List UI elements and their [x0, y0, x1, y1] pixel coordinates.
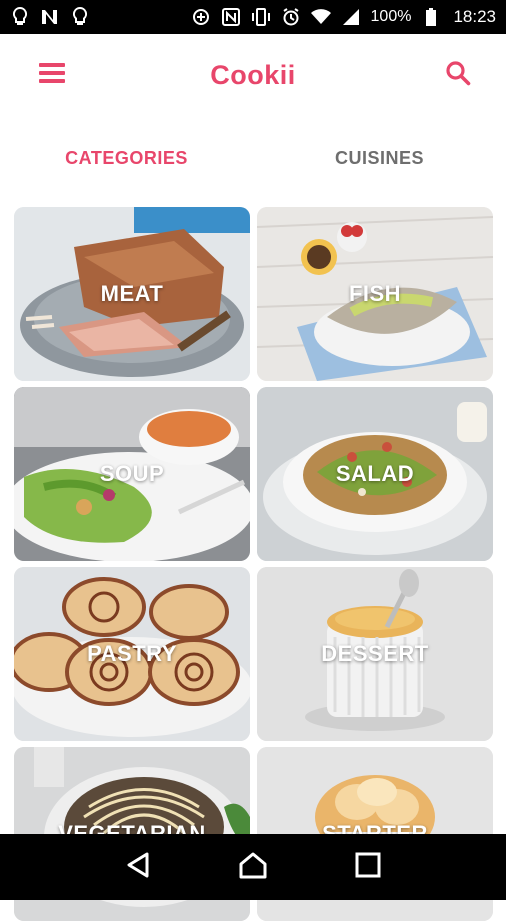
battery-percent: 100%: [370, 8, 412, 25]
nfc-icon: [221, 7, 241, 27]
category-label: DESSERT: [321, 641, 429, 666]
recents-icon: [355, 852, 381, 883]
alarm-icon: [281, 7, 301, 27]
category-grid: MEAT FISH SOUP SALAD PASTRY DESSERT: [14, 207, 493, 921]
vibrate-icon: [251, 7, 271, 27]
category-card-salad[interactable]: SALAD: [257, 387, 493, 561]
status-right: 100% 18:23: [191, 7, 496, 27]
status-bar: 100% 18:23: [0, 0, 506, 34]
app-title: Cookii: [210, 59, 296, 90]
bulb-icon: [70, 7, 90, 27]
wifi-icon: [310, 7, 331, 27]
category-label: FISH: [348, 281, 402, 306]
status-left: [10, 7, 90, 27]
battery-icon: [421, 7, 441, 27]
signal-icon: [341, 7, 361, 27]
search-button[interactable]: [440, 57, 476, 93]
home-icon: [238, 851, 268, 884]
category-label: MEAT: [100, 281, 164, 306]
back-icon: [125, 851, 151, 884]
category-label: PASTRY: [87, 641, 177, 666]
tab-categories[interactable]: CATEGORIES: [0, 130, 253, 186]
tab-bar: CATEGORIES CUISINES: [0, 130, 506, 186]
category-label: SOUP: [99, 461, 165, 486]
n-icon: [40, 7, 60, 27]
menu-icon: [39, 62, 65, 89]
menu-button[interactable]: [34, 57, 70, 93]
category-label: SALAD: [335, 461, 415, 486]
category-card-meat[interactable]: MEAT: [14, 207, 250, 381]
category-card-dessert[interactable]: DESSERT: [257, 567, 493, 741]
data-saver-icon: [191, 7, 211, 27]
category-card-fish[interactable]: FISH: [257, 207, 493, 381]
home-button[interactable]: [231, 845, 275, 889]
category-card-soup[interactable]: SOUP: [14, 387, 250, 561]
bulb-icon: [10, 7, 30, 27]
search-icon: [445, 60, 471, 91]
back-button[interactable]: [116, 845, 160, 889]
status-time: 18:23: [453, 7, 496, 26]
tab-cuisines[interactable]: CUISINES: [253, 130, 506, 186]
system-nav-bar: [0, 834, 506, 900]
category-card-pastry[interactable]: PASTRY: [14, 567, 250, 741]
app-bar: Cookii: [0, 34, 506, 116]
recents-button[interactable]: [346, 845, 390, 889]
